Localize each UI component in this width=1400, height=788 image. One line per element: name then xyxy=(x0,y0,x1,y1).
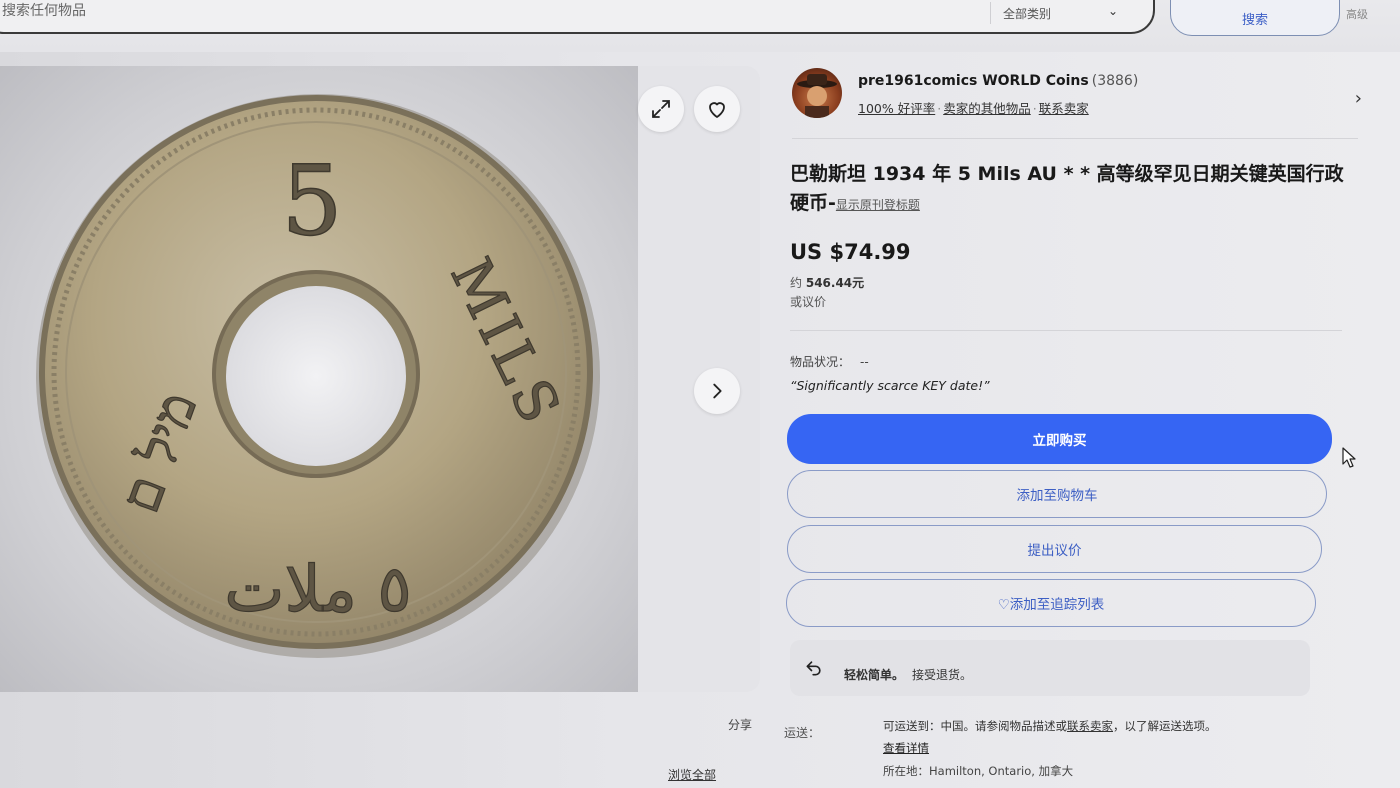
returns-box: 轻松简单。 接受退货。 xyxy=(790,640,1310,696)
mouse-cursor-icon xyxy=(1342,447,1356,468)
add-to-watchlist-button[interactable]: ♡添加至追踪列表 xyxy=(786,579,1316,627)
item-location: 所在地：Hamilton, Ontario, 加拿大 xyxy=(883,764,1074,778)
coin-legend-arabic: ٥ ملات xyxy=(224,553,411,627)
chevron-right-icon[interactable]: › xyxy=(1355,88,1362,109)
top-search-bar: 全部类别 ⌄ 搜索 高级 xyxy=(0,0,1400,52)
return-arrow-icon xyxy=(806,661,821,676)
avatar-image xyxy=(797,74,837,118)
buy-now-button[interactable]: 立即购买 xyxy=(787,414,1332,464)
expand-icon xyxy=(652,100,670,118)
seller-name-row[interactable]: pre1961comics WORLD Coins (3886) xyxy=(858,73,1138,89)
condition-note: “Significantly scarce KEY date!” xyxy=(790,378,990,393)
seller-name[interactable]: pre1961comics WORLD Coins xyxy=(858,73,1089,89)
approx-prefix: 约 xyxy=(790,276,803,290)
heart-icon xyxy=(709,102,725,118)
coin-image: 5 MILS מיל ם ٥ ملات xyxy=(36,94,600,658)
shipping-contact-seller-link[interactable]: 联系卖家 xyxy=(1067,719,1113,733)
condition-value: -- xyxy=(860,355,869,369)
item-price: US $74.99 xyxy=(790,240,911,264)
best-offer-text: 或议价 xyxy=(790,295,827,309)
shipping-text-after: ，以了解运送选项。 xyxy=(1113,719,1217,733)
image-gallery: 5 MILS מיל ם ٥ ملات xyxy=(0,66,760,692)
seller-card[interactable]: pre1961comics WORLD Coins (3886) 100% 好评率… xyxy=(790,66,1362,138)
shipping-details-link[interactable]: 查看详情 xyxy=(883,740,929,756)
show-original-title-link[interactable]: 显示原刊登标题 xyxy=(836,198,920,212)
make-offer-button[interactable]: 提出议价 xyxy=(787,525,1322,573)
seller-other-items-link[interactable]: 卖家的其他物品 xyxy=(943,101,1031,116)
approx-price: 约 546.44元 xyxy=(790,274,864,291)
returns-policy: 接受退货。 xyxy=(912,668,973,682)
expand-button[interactable] xyxy=(638,86,684,132)
category-label: 全部类别 xyxy=(1003,6,1052,21)
approx-value: 546.44元 xyxy=(805,276,865,290)
returns-title: 轻松简单。 xyxy=(844,668,905,682)
coin-numeral: 5 xyxy=(281,145,342,257)
seller-positive-link[interactable]: 100% 好评率 xyxy=(858,101,935,116)
watch-heart-button[interactable] xyxy=(694,86,740,132)
search-button[interactable]: 搜索 xyxy=(1170,0,1340,36)
category-select[interactable]: 全部类别 ⌄ xyxy=(990,2,1130,24)
search-box: 全部类别 ⌄ xyxy=(0,0,1155,34)
contact-seller-link[interactable]: 联系卖家 xyxy=(1039,101,1089,116)
seller-avatar[interactable] xyxy=(792,68,842,118)
returns-text: 轻松简单。 接受退货。 xyxy=(844,666,972,683)
next-image-button[interactable] xyxy=(694,368,740,414)
item-title: 巴勒斯坦 1934 年 5 Mils AU * * 高等级罕见日期关键英国行政硬… xyxy=(790,160,1350,220)
divider xyxy=(792,138,1358,139)
share-link[interactable]: 分享 xyxy=(728,716,752,733)
condition-label: 物品状况： xyxy=(790,355,851,369)
seller-feedback-count: (3886) xyxy=(1091,73,1139,89)
search-input[interactable] xyxy=(2,0,902,26)
shipping-text-before: 可运送到：中国。请参阅物品描述或 xyxy=(883,719,1067,733)
advanced-search-link[interactable]: 高级 xyxy=(1346,6,1368,22)
seller-links: 100% 好评率 · 卖家的其他物品 · 联系卖家 xyxy=(858,101,1089,116)
chevron-down-icon: ⌄ xyxy=(1107,4,1118,18)
shipping-text: 可运送到：中国。请参阅物品描述或联系卖家，以了解运送选项。 xyxy=(883,718,1217,734)
shipping-label: 运送： xyxy=(784,726,821,740)
divider xyxy=(790,330,1342,331)
main-product-image[interactable]: 5 MILS מיל ם ٥ ملات xyxy=(0,66,638,692)
add-to-cart-button[interactable]: 添加至购物车 xyxy=(787,470,1327,518)
view-all-link[interactable]: 浏览全部 xyxy=(668,766,716,783)
chevron-right-icon xyxy=(713,383,722,399)
condition-row: 物品状况： -- xyxy=(790,353,869,370)
